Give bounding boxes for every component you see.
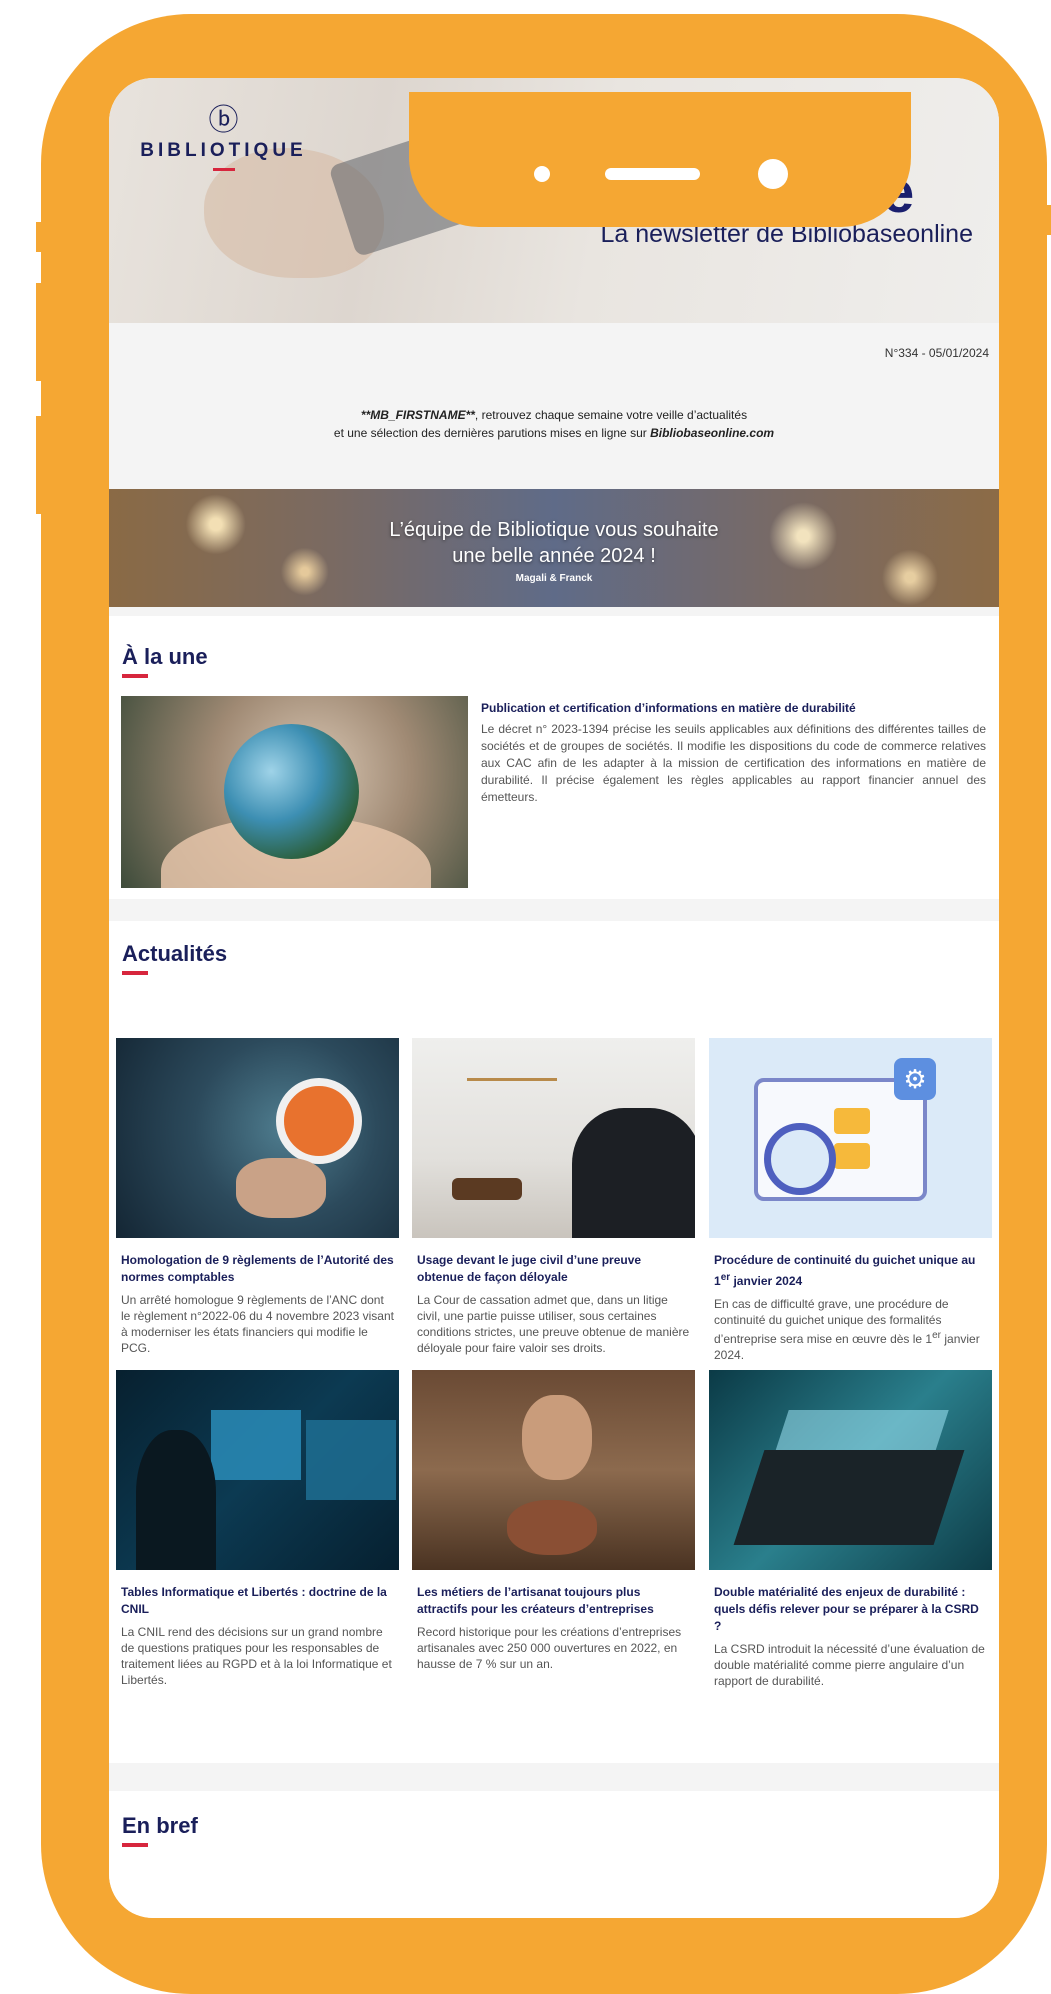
intro-line2: et une sélection des dernières parutions… — [333, 426, 651, 440]
badge-icon — [276, 1078, 362, 1164]
article-card: Homologation de 9 règlements de l’Autori… — [116, 1038, 399, 1356]
laptop-illustration — [733, 1450, 965, 1545]
a-la-une-heading: À la une — [122, 644, 208, 678]
greeting-line1: L’équipe de Bibliotique vous souhaite — [389, 519, 719, 541]
firstname-placeholder: **MB_FIRSTNAME** — [360, 408, 475, 422]
article-card: Double matérialité des enjeux de durabil… — [709, 1370, 992, 1689]
issue-number: N°334 - 05/01/2024 — [884, 346, 989, 360]
image-person — [522, 1395, 592, 1480]
article-title[interactable]: Double matérialité des enjeux de durabil… — [709, 1584, 992, 1635]
image-person — [136, 1430, 216, 1570]
bibliotique-logo[interactable]: ⓑ BIBLIOTIQUE — [131, 106, 316, 171]
intro-text: **MB_FIRSTNAME**, retrouvez chaque semai… — [109, 406, 999, 442]
article-card: Usage devant le juge civil d’une preuve … — [412, 1038, 695, 1356]
article-image[interactable] — [116, 1038, 399, 1238]
a-la-une-article: Publication et certification d’informati… — [481, 700, 986, 806]
article-card: ⚙ Procédure de continuité du guichet uni… — [709, 1038, 992, 1363]
logo-underline — [212, 168, 235, 171]
article-image[interactable] — [709, 1370, 992, 1570]
greeting-signature: Magali & Franck — [515, 573, 593, 584]
image-screen — [211, 1410, 301, 1480]
bibliobase-link[interactable]: Bibliobaseonline.com — [650, 426, 774, 440]
a-la-une-image[interactable] — [121, 696, 468, 888]
article-body: La Cour de cassation admet que, dans un … — [417, 1293, 690, 1355]
newsletter-screen: ⓑ BIBLIOTIQUE C’est@Lire La newsletter d… — [109, 78, 999, 1918]
actualites-section: Actualités Homologation de 9 règlements … — [109, 921, 999, 1763]
article-title[interactable]: Homologation de 9 règlements de l’Autori… — [116, 1252, 399, 1286]
article-image[interactable] — [412, 1038, 695, 1238]
article-title[interactable]: Usage devant le juge civil d’une preuve … — [412, 1252, 695, 1286]
a-la-une-section: À la une Publication et certification d’… — [109, 616, 999, 899]
new-year-banner: L’équipe de Bibliotique vous souhaite un… — [109, 489, 999, 607]
side-button-left-2 — [36, 283, 50, 381]
side-button-left-1 — [36, 222, 50, 252]
article-card: Tables Informatique et Libertés : doctri… — [116, 1370, 399, 1688]
article-image[interactable] — [116, 1370, 399, 1570]
article-image[interactable] — [412, 1370, 695, 1570]
logo-icon: ⓑ — [208, 104, 239, 137]
side-button-left-3 — [36, 416, 50, 514]
article-body: Record historique pour les créations d’e… — [417, 1625, 682, 1671]
article-body: Un arrêté homologue 9 règlements de l’AN… — [121, 1293, 394, 1355]
a-la-une-body: Le décret n° 2023-1394 précise les seuil… — [481, 722, 986, 804]
folder-icon — [834, 1143, 870, 1169]
article-title[interactable]: Procédure de continuité du guichet uniqu… — [709, 1252, 992, 1290]
folder-icon — [834, 1108, 870, 1134]
phone-notch — [409, 92, 911, 227]
intro-line1: , retrouvez chaque semaine votre veille … — [474, 408, 748, 422]
a-la-une-title[interactable]: Publication et certification d’informati… — [481, 700, 986, 717]
gavel-icon — [452, 1178, 522, 1200]
actualites-heading: Actualités — [122, 941, 227, 975]
side-button-right — [1044, 205, 1051, 235]
greeting-line2: une belle année 2024 ! — [452, 545, 656, 567]
en-bref-section: En bref — [109, 1791, 999, 1918]
magnifier-icon — [764, 1123, 836, 1195]
article-image[interactable]: ⚙ — [709, 1038, 992, 1238]
article-card: Les métiers de l’artisanat toujours plus… — [412, 1370, 695, 1672]
image-hand — [236, 1158, 326, 1218]
image-person — [572, 1108, 695, 1238]
article-body: La CSRD introduit la nécessité d’une éva… — [714, 1642, 985, 1688]
logo-text: BIBLIOTIQUE — [140, 140, 307, 161]
speaker-bar — [605, 168, 700, 180]
image-pottery — [507, 1500, 597, 1555]
image-screen — [306, 1420, 396, 1500]
scales-of-justice-icon — [467, 1078, 557, 1151]
image-globe — [224, 724, 359, 859]
article-title[interactable]: Les métiers de l’artisanat toujours plus… — [412, 1584, 695, 1618]
camera-icon — [758, 159, 788, 189]
en-bref-heading: En bref — [122, 1813, 198, 1847]
article-title[interactable]: Tables Informatique et Libertés : doctri… — [116, 1584, 399, 1618]
article-body: La CNIL rend des décisions sur un grand … — [121, 1625, 392, 1687]
gear-icon: ⚙ — [894, 1058, 936, 1100]
notch-dot — [534, 166, 550, 182]
article-body: En cas de difficulté grave, une procédur… — [714, 1297, 980, 1362]
